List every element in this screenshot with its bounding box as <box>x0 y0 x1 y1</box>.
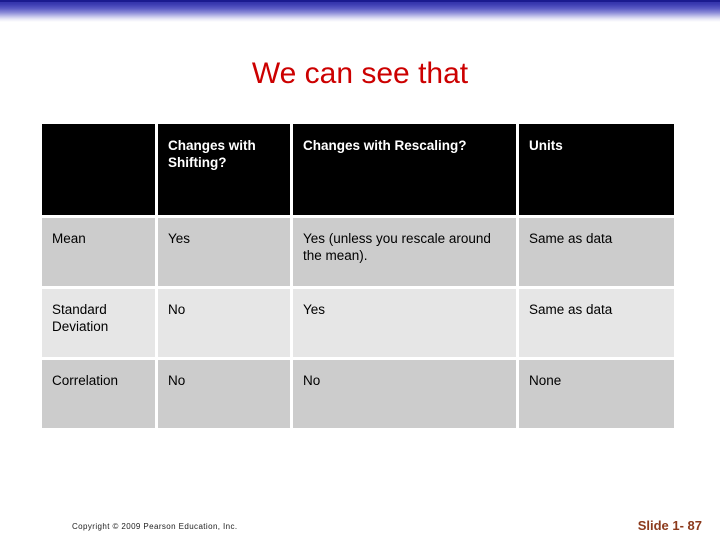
table-row: Correlation No No None <box>42 360 674 428</box>
page-title: We can see that <box>251 57 469 90</box>
cell-mean-rescaling: Yes (unless you rescale around the mean)… <box>293 218 516 286</box>
row-label-mean: Mean <box>42 218 155 286</box>
comparison-table-container: Changes with Shifting? Changes with Resc… <box>42 124 674 431</box>
cell-sd-units: Same as data <box>519 289 674 357</box>
top-accent-bar <box>0 0 720 22</box>
slide-number: Slide 1- 87 <box>637 518 702 533</box>
table-header-cell-units: Units <box>519 124 674 215</box>
table-header-cell-blank <box>42 124 155 215</box>
table-header-row: Changes with Shifting? Changes with Resc… <box>42 124 674 215</box>
slide-canvas: We can see that Changes with Shifting? C… <box>0 0 720 540</box>
cell-correlation-shifting: No <box>158 360 290 428</box>
table-header-cell-shifting: Changes with Shifting? <box>158 124 290 215</box>
table-row: Standard Deviation No Yes Same as data <box>42 289 674 357</box>
cell-correlation-units: None <box>519 360 674 428</box>
cell-correlation-rescaling: No <box>293 360 516 428</box>
table-row: Mean Yes Yes (unless you rescale around … <box>42 218 674 286</box>
cell-sd-shifting: No <box>158 289 290 357</box>
cell-mean-units: Same as data <box>519 218 674 286</box>
row-label-standard-deviation: Standard Deviation <box>42 289 155 357</box>
copyright-text: Copyright © 2009 Pearson Education, Inc. <box>72 522 238 531</box>
table-header-cell-rescaling: Changes with Rescaling? <box>293 124 516 215</box>
cell-sd-rescaling: Yes <box>293 289 516 357</box>
row-label-correlation: Correlation <box>42 360 155 428</box>
comparison-table: Changes with Shifting? Changes with Resc… <box>39 121 677 431</box>
top-accent-hairline <box>0 0 720 2</box>
cell-mean-shifting: Yes <box>158 218 290 286</box>
